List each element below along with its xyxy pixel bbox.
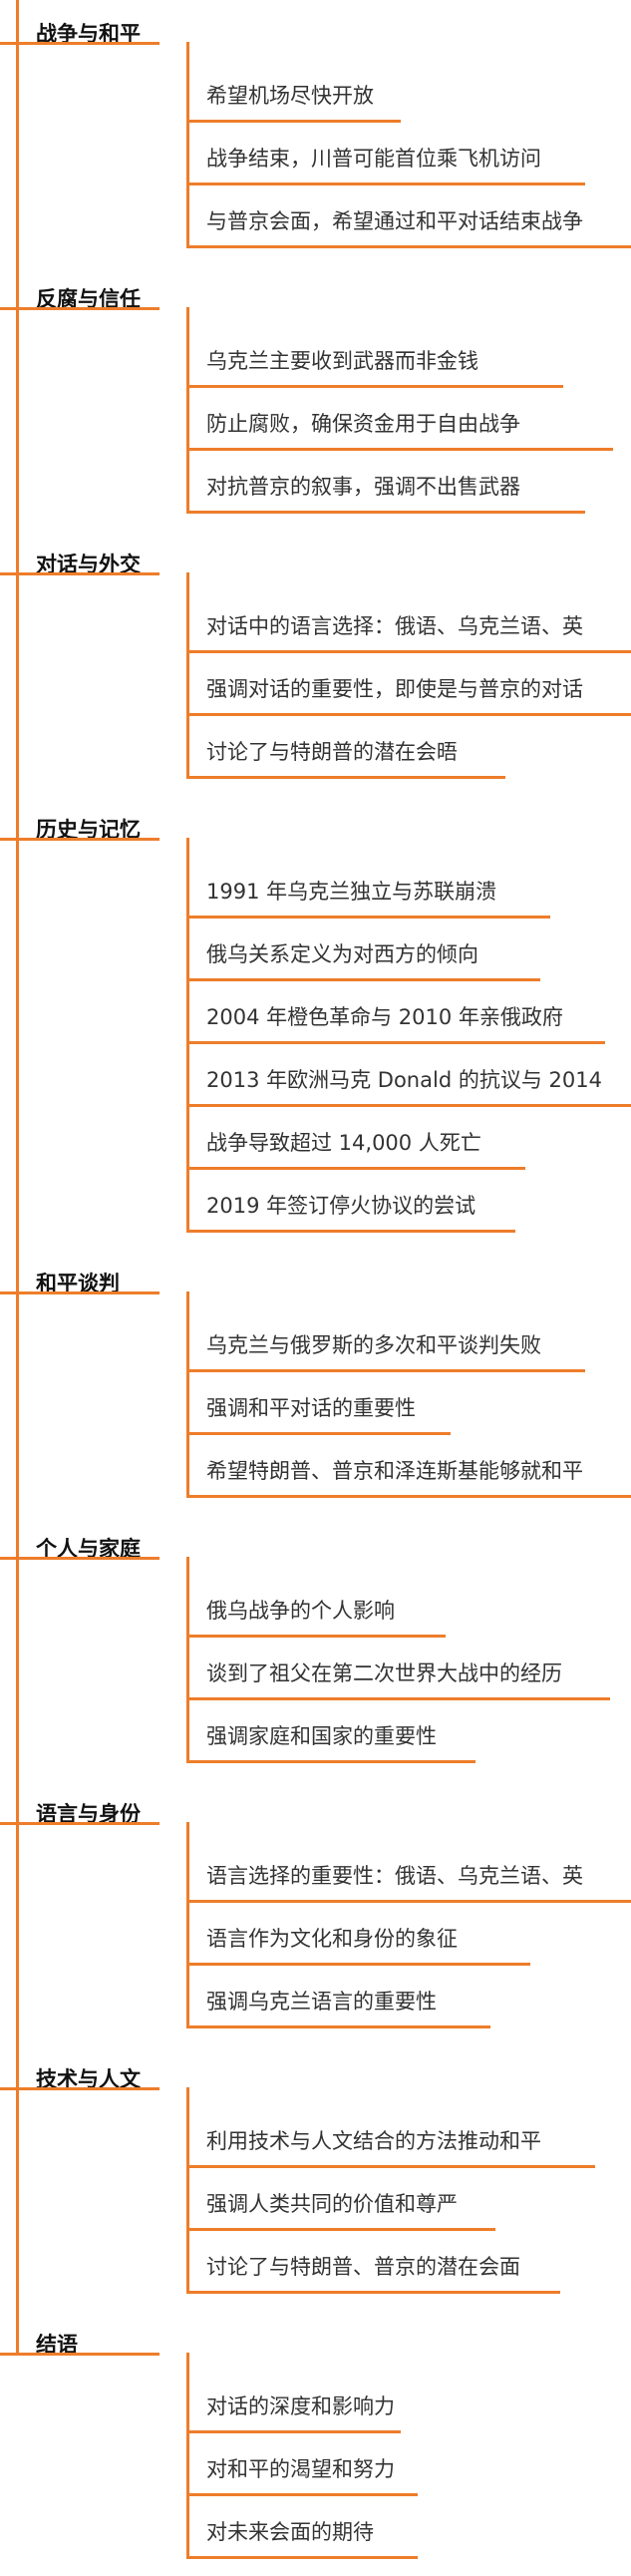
list-item-label: 战争结束，川普可能首位乘飞机访问	[206, 147, 541, 171]
item-underline	[186, 1432, 451, 1435]
list-item-label: 乌克兰主要收到武器而非金钱	[206, 349, 478, 373]
list-item-label: 1991 年乌克兰独立与苏联崩溃	[206, 880, 497, 904]
section-branch-line	[0, 2087, 159, 2090]
item-underline	[186, 2165, 595, 2168]
list-item-label: 强调乌克兰语言的重要性	[206, 1990, 437, 2014]
item-underline	[186, 713, 631, 716]
list-item-label: 讨论了与特朗普的潜在会晤	[206, 740, 458, 764]
item-underline	[186, 2556, 418, 2559]
item-connector-line	[186, 1822, 189, 2028]
item-underline	[186, 511, 585, 514]
item-connector-line	[186, 838, 189, 1233]
list-item-label: 乌克兰与俄罗斯的多次和平谈判失败	[206, 1333, 541, 1357]
item-underline	[186, 1963, 530, 1966]
item-connector-line	[186, 2353, 189, 2559]
list-item-label: 强调和平对话的重要性	[206, 1396, 416, 1420]
section-branch-line	[0, 1557, 159, 1560]
section-branch-line	[0, 2353, 159, 2356]
item-underline	[186, 245, 631, 248]
item-underline	[186, 2291, 560, 2294]
list-item-label: 对话中的语言选择：俄语、乌克兰语、英	[206, 614, 583, 638]
list-item-label: 强调家庭和国家的重要性	[206, 1724, 437, 1748]
list-item-label: 与普京会面，希望通过和平对话结束战争	[206, 209, 583, 233]
item-underline	[186, 1635, 446, 1638]
list-item-label: 2013 年欧洲马克 Donald 的抗议与 2014	[206, 1068, 602, 1092]
section-branch-line	[0, 1822, 159, 1825]
item-underline	[186, 1230, 515, 1233]
section-branch-line	[0, 838, 159, 841]
item-connector-line	[186, 1291, 189, 1498]
list-item-label: 强调人类共同的价值和尊严	[206, 2192, 458, 2216]
list-item-label: 对和平的渴望和努力	[206, 2457, 395, 2481]
section-branch-line	[0, 1291, 159, 1294]
list-item-label: 对抗普京的叙事，强调不出售武器	[206, 475, 520, 499]
list-item-label: 希望机场尽快开放	[206, 84, 374, 108]
list-item-label: 2019 年签订停火协议的尝试	[206, 1194, 476, 1218]
section-branch-line	[0, 307, 159, 310]
item-underline	[186, 2025, 490, 2028]
item-connector-line	[186, 572, 189, 779]
item-underline	[186, 1760, 475, 1763]
list-item-label: 讨论了与特朗普、普京的潜在会面	[206, 2255, 520, 2279]
list-item-label: 强调对话的重要性，即使是与普京的对话	[206, 677, 583, 701]
item-underline	[186, 120, 401, 123]
item-underline	[186, 916, 550, 919]
section-branch-line	[0, 572, 159, 575]
item-underline	[186, 183, 585, 185]
item-underline	[186, 1041, 605, 1044]
list-item-label: 俄乌战争的个人影响	[206, 1599, 395, 1623]
list-item-label: 战争导致超过 14,000 人死亡	[206, 1131, 481, 1155]
item-connector-line	[186, 1557, 189, 1763]
item-connector-line	[186, 2087, 189, 2294]
list-item-label: 2004 年橙色革命与 2010 年亲俄政府	[206, 1005, 563, 1029]
item-underline	[186, 1900, 631, 1903]
list-item-label: 语言选择的重要性：俄语、乌克兰语、英	[206, 1864, 583, 1888]
item-connector-line	[186, 42, 189, 248]
item-underline	[186, 2493, 418, 2496]
item-underline	[186, 1369, 585, 1372]
list-item-label: 对未来会面的期待	[206, 2520, 374, 2544]
mind-map: 战争与和平 希望机场尽快开放 战争结束，川普可能首位乘飞机访问 与普京会面，希望通过和…	[0, 0, 631, 2576]
item-underline	[186, 385, 563, 388]
list-item-label: 防止腐败，确保资金用于自由战争	[206, 412, 520, 436]
list-item-label: 语言作为文化和身份的象征	[206, 1927, 458, 1951]
item-underline	[186, 2430, 401, 2433]
item-underline	[186, 1697, 610, 1700]
item-underline	[186, 2228, 495, 2231]
list-item-label: 对话的深度和影响力	[206, 2394, 395, 2418]
main-trunk-line	[16, 0, 19, 2356]
item-underline	[186, 978, 540, 981]
item-underline	[186, 1104, 631, 1107]
list-item-label: 谈到了祖父在第二次世界大战中的经历	[206, 1661, 562, 1685]
item-underline	[186, 448, 613, 451]
list-item-label: 利用技术与人文结合的方法推动和平	[206, 2129, 541, 2153]
section-branch-line	[0, 42, 159, 45]
list-item-label: 希望特朗普、普京和泽连斯基能够就和平	[206, 1459, 583, 1483]
item-underline	[186, 650, 631, 653]
item-underline	[186, 1167, 525, 1170]
item-underline	[186, 1495, 631, 1498]
list-item-label: 俄乌关系定义为对西方的倾向	[206, 942, 478, 966]
item-underline	[186, 776, 505, 779]
item-connector-line	[186, 307, 189, 514]
